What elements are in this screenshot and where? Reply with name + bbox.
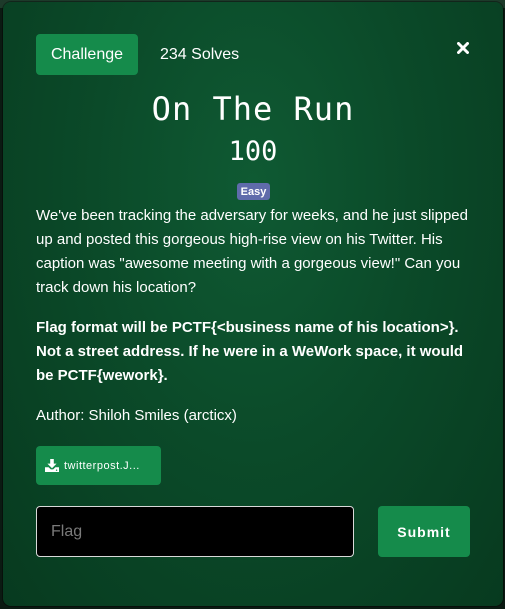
author-text: Author: Shiloh Smiles (arcticx) [36,407,237,424]
flag-format-text: Flag format will be PCTF{<business name … [36,319,464,384]
difficulty-badge: Easy [237,183,270,200]
close-icon [457,42,469,54]
file-name: twitterpost.J... [64,459,140,472]
challenge-modal: Challenge 234 Solves On The Run 100 Easy… [3,2,503,606]
submit-button[interactable]: Submit [378,506,470,557]
close-button[interactable] [451,36,475,60]
challenge-points: 100 [228,136,278,167]
tab-solves[interactable]: 234 Solves [160,34,239,75]
description-text: We've been tracking the adversary for we… [36,207,468,296]
challenge-title: On The Run [151,90,355,128]
download-icon [45,459,59,472]
file-download-button[interactable]: twitterpost.J... [36,446,161,485]
flag-input[interactable] [36,506,354,557]
challenge-description: We've been tracking the adversary for we… [36,204,476,444]
tab-challenge[interactable]: Challenge [36,34,138,75]
